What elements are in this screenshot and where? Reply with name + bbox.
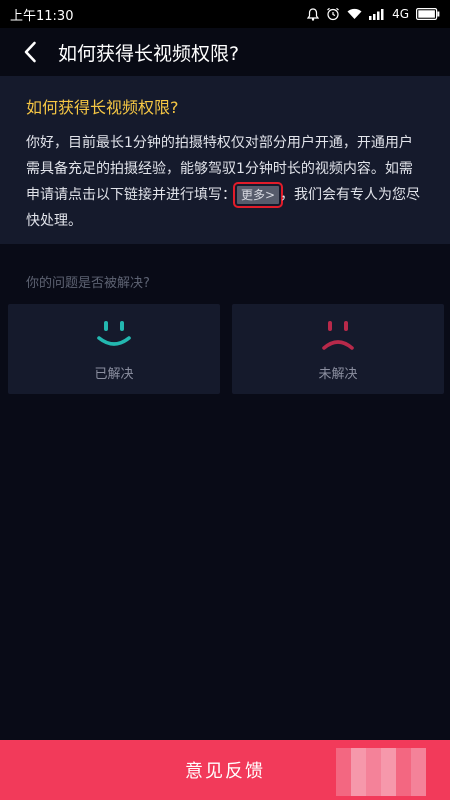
back-button[interactable] [8,28,52,76]
answer-options: 已解决 未解决 [8,304,444,394]
battery-icon [416,8,440,20]
article-card: 如何获得长视频权限? 你好，目前最长1分钟的拍摄特权仅对部分用户开通，开通用户需… [0,76,450,244]
status-time: 上午11:30 [10,8,74,24]
status-bar: 上午11:30 4G [0,0,450,28]
feedback-button-label: 意见反馈 [185,761,265,781]
network-type: 4G [392,7,409,21]
feedback-button[interactable]: 意见反馈 [0,740,450,800]
mosaic-watermark [336,748,426,796]
wifi-icon [347,8,362,20]
article-body: 你好，目前最长1分钟的拍摄特权仅对部分用户开通，开通用户需具备充足的拍摄经验，能… [26,130,424,234]
chevron-left-icon [24,41,36,63]
page-title: 如何获得长视频权限? [58,42,240,65]
frown-icon [322,320,354,350]
screen: 上午11:30 4G 如何获得长视频权限? 如何获得长视频权限? 你好，目前最长… [0,0,450,800]
unresolved-label: 未解决 [318,366,358,382]
smile-icon [97,320,131,346]
nav-bar: 如何获得长视频权限? [0,28,450,76]
resolved-label: 已解决 [94,366,134,382]
status-icons: 4G [307,7,440,21]
feedback-question: 你的问题是否被解决? [26,276,150,291]
resolved-button[interactable]: 已解决 [8,304,220,394]
more-link[interactable]: 更多> [232,182,284,208]
alarm-icon [326,7,340,21]
bell-icon [307,7,320,21]
signal-icon [369,8,385,20]
article-title: 如何获得长视频权限? [26,98,179,117]
unresolved-button[interactable]: 未解决 [232,304,444,394]
